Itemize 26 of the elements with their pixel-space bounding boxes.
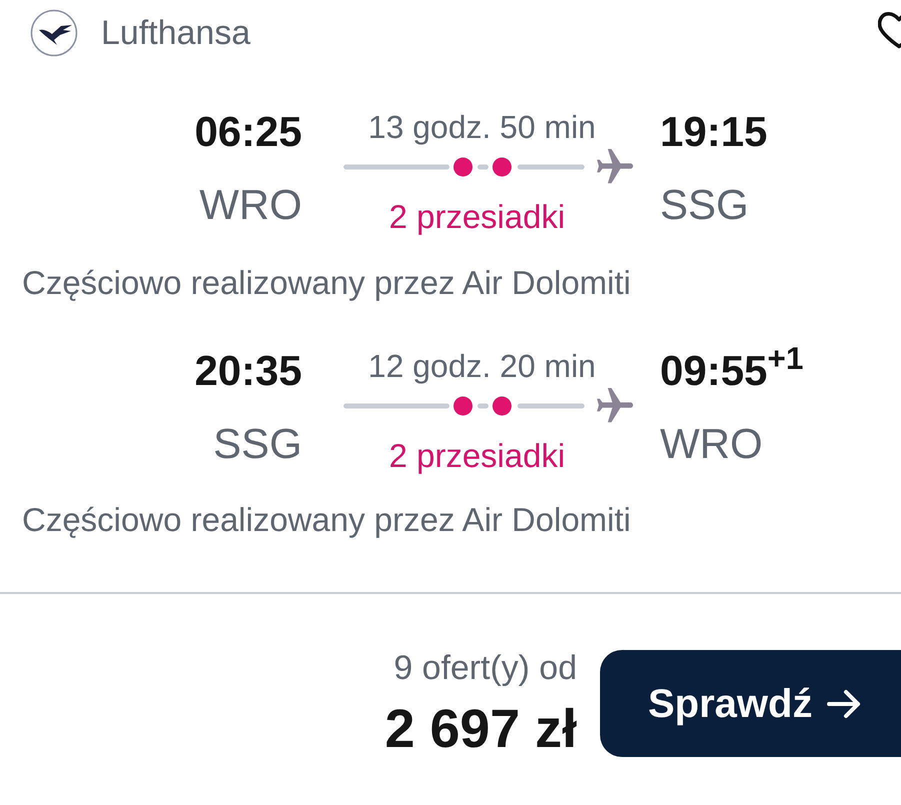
price: 2 697 zł [384, 699, 577, 759]
arrival-time: 09:55$^{+1}$ [660, 346, 804, 396]
operator-note: Częściowo realizowany przez Air Dolomiti [22, 263, 631, 303]
check-button[interactable]: Sprawdź [600, 650, 901, 757]
operator-note: Częściowo realizowany przez Air Dolomiti [22, 500, 631, 540]
departure-time: 20:35 [194, 346, 302, 396]
stops-count: 2 przesiadki [388, 197, 566, 237]
stop-dot-icon [492, 158, 512, 176]
stop-dot-icon [454, 396, 472, 416]
flight-duration: 12 godz. 20 min [368, 347, 596, 386]
arrival-airport: WRO [660, 419, 763, 469]
bird-logo-icon [30, 9, 78, 57]
stops-count: 2 przesiadki [388, 436, 566, 476]
arrival-time: 19:15 [660, 107, 768, 157]
offers-count: 9 ofert(y) od [394, 648, 577, 688]
arrival-airport: SSG [660, 180, 749, 230]
stop-dot-icon [454, 158, 472, 176]
departure-airport: WRO [199, 180, 302, 230]
flight-duration: 13 godz. 50 min [368, 108, 596, 147]
airplane-icon [597, 388, 633, 424]
airline-name: Lufthansa [101, 13, 250, 53]
stop-dot-icon [492, 396, 512, 416]
arrow-right-icon [826, 688, 862, 718]
airplane-icon [597, 149, 633, 185]
departure-airport: SSG [213, 419, 302, 469]
departure-time: 06:25 [194, 107, 302, 157]
